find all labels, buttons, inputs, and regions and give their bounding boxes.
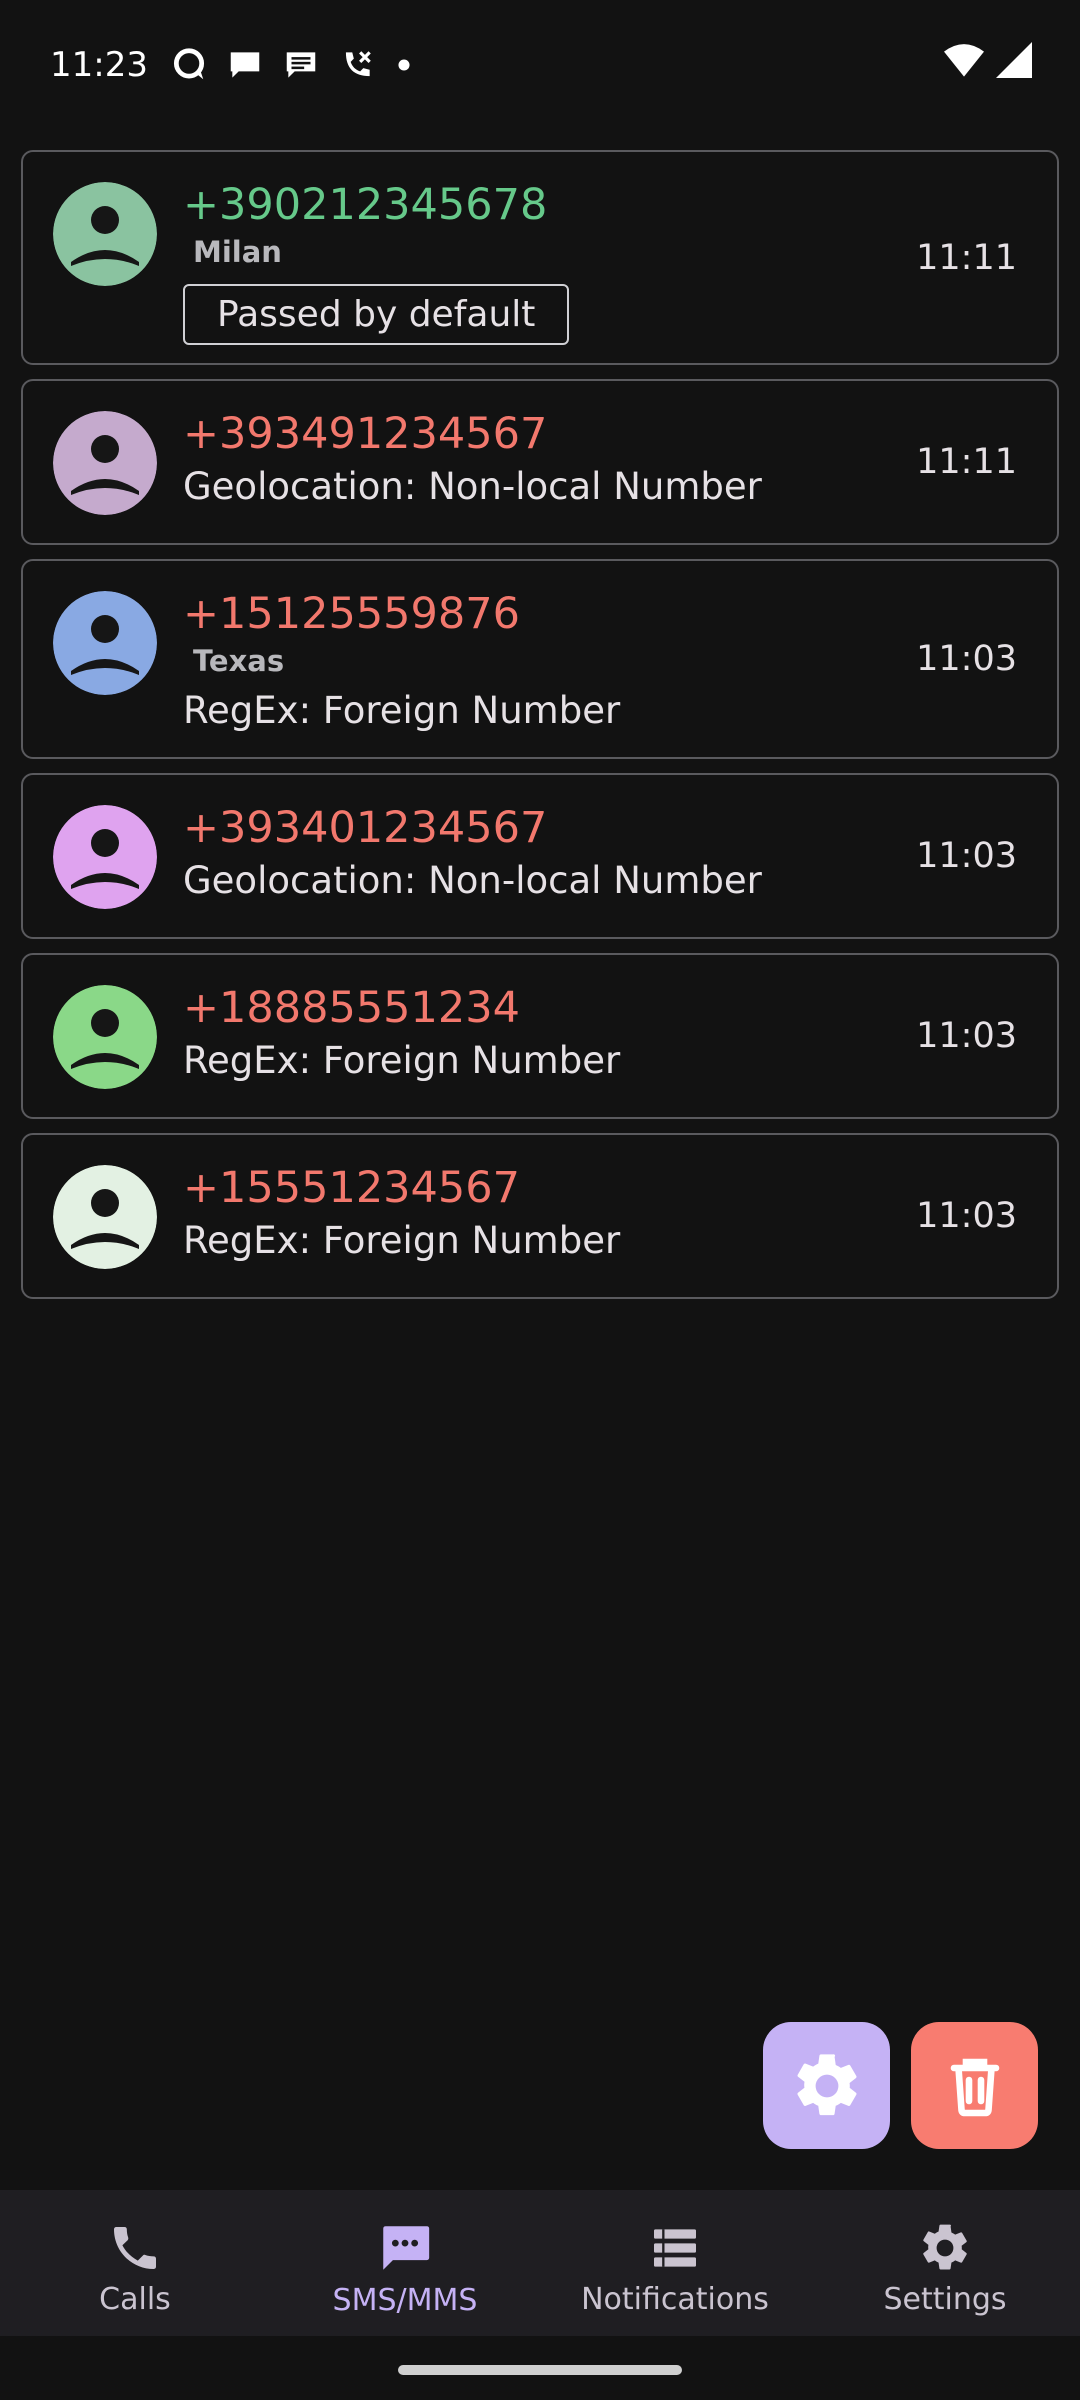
contact-avatar [53, 591, 157, 695]
sms-icon [286, 52, 316, 78]
log-entry[interactable]: +390212345678 Milan Passed by default 11:11 [21, 150, 1059, 365]
gear-icon [923, 2224, 967, 2269]
person-icon [53, 411, 157, 515]
dot-icon [398, 59, 410, 71]
chat-bubble-icon [173, 48, 205, 80]
log-entry[interactable]: +18885551234 RegEx: Foreign Number 11:03 [21, 953, 1059, 1119]
phone-number: +15125559876 [183, 589, 520, 639]
contact-avatar [53, 182, 157, 286]
block-reason: RegEx: Foreign Number [183, 689, 621, 732]
clear-log-button[interactable] [911, 2022, 1038, 2149]
log-entry[interactable]: +15551234567 RegEx: Foreign Number 11:03 [21, 1133, 1059, 1299]
status-notification-icons [170, 46, 414, 84]
entry-time: 11:03 [916, 1196, 1017, 1236]
contact-avatar [53, 805, 157, 909]
nav-label: SMS/MMS [332, 2282, 478, 2318]
log-entry[interactable]: +393401234567 Geolocation: Non-local Numb… [21, 773, 1059, 939]
person-icon [53, 1165, 157, 1269]
status-badge: Passed by default [183, 284, 570, 345]
status-bar: 11:23 [0, 0, 1080, 130]
trash-icon [950, 2058, 999, 2116]
home-indicator[interactable] [398, 2365, 682, 2375]
block-reason: Geolocation: Non-local Number [183, 465, 762, 508]
entry-time: 11:11 [916, 442, 1017, 482]
nav-calls[interactable]: Calls [0, 2190, 270, 2336]
nav-notifications[interactable]: Notifications [540, 2190, 810, 2336]
phone-number: +18885551234 [183, 983, 520, 1033]
entry-time: 11:03 [916, 639, 1017, 679]
entry-time: 11:11 [916, 237, 1017, 278]
contact-avatar [53, 985, 157, 1089]
nav-sms-mms[interactable]: SMS/MMS [270, 2190, 540, 2336]
filter-settings-button[interactable] [763, 2022, 890, 2149]
contact-avatar [53, 1165, 157, 1269]
log-entry[interactable]: +15125559876 Texas RegEx: Foreign Number 11… [21, 559, 1059, 759]
entry-time: 11:03 [916, 1016, 1017, 1056]
phone-number: +390212345678 [183, 180, 548, 230]
phone-number: +15551234567 [183, 1163, 520, 1213]
status-time: 11:23 [50, 45, 148, 85]
entry-time: 11:03 [916, 836, 1017, 876]
log-entry[interactable]: +393491234567 Geolocation: Non-local Numb… [21, 379, 1059, 545]
message-log-list[interactable]: +390212345678 Milan Passed by default 11:11… [21, 150, 1059, 1313]
block-reason: RegEx: Foreign Number [183, 1219, 621, 1262]
wifi-icon [944, 44, 984, 77]
phone-icon [114, 2226, 156, 2269]
nav-label: Calls [99, 2281, 171, 2317]
phone-number: +393491234567 [183, 409, 548, 459]
message-icon [383, 2225, 430, 2270]
person-icon [53, 182, 157, 286]
list-icon [654, 2228, 696, 2267]
bottom-navigation: Calls SMS/MMS Notifications Settings [0, 2190, 1080, 2336]
phone-number: +393401234567 [183, 803, 548, 853]
nav-label: Notifications [581, 2281, 769, 2317]
person-icon [53, 985, 157, 1089]
gear-icon [796, 2053, 857, 2115]
status-system-icons [944, 42, 1032, 78]
block-reason: RegEx: Foreign Number [183, 1039, 621, 1082]
missed-call-icon [345, 51, 371, 77]
signal-icon [996, 42, 1032, 78]
person-icon [53, 805, 157, 909]
block-reason: Geolocation: Non-local Number [183, 859, 762, 902]
nav-settings[interactable]: Settings [810, 2190, 1080, 2336]
nav-label: Settings [883, 2281, 1007, 2317]
number-location: Milan [193, 235, 282, 269]
message-icon [230, 52, 260, 78]
person-icon [53, 591, 157, 695]
number-location: Texas [193, 644, 285, 678]
contact-avatar [53, 411, 157, 515]
